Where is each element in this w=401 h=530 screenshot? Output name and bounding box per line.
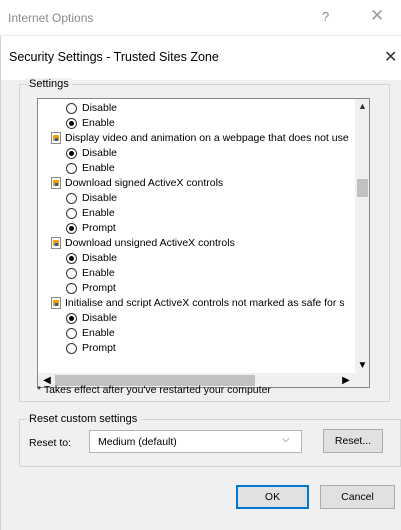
radio-unchecked-icon[interactable] [66,268,77,279]
settings-listbox[interactable]: Disable Enable Display video and animation… [37,98,370,388]
settings-category-label: Download signed ActiveX controls [65,177,224,189]
ok-button[interactable]: OK [236,485,309,509]
setting-category-icon [51,177,61,189]
radio-unchecked-icon[interactable] [66,103,77,114]
setting-category-icon [51,297,61,309]
radio-option-label: Prompt [82,342,116,354]
settings-radio-option[interactable]: Prompt [38,221,355,236]
settings-radio-option[interactable]: Disable [38,191,355,206]
radio-option-label: Enable [82,162,115,174]
settings-radio-option[interactable]: Prompt [38,281,355,296]
radio-option-label: Disable [82,102,118,114]
ok-button-label: OK [264,491,281,503]
background-close-icon[interactable]: ✕ [370,6,384,26]
radio-unchecked-icon[interactable] [66,193,77,204]
settings-list: Disable Enable Display video and animation… [38,99,355,373]
help-icon[interactable]: ? [322,9,329,24]
scrollbar-corner [355,373,369,387]
radio-unchecked-icon[interactable] [66,328,77,339]
vertical-scrollbar[interactable]: ▲ ▼ [355,99,369,373]
radio-checked-icon[interactable] [66,223,77,234]
settings-radio-option[interactable]: Enable [38,326,355,341]
radio-option-label: Enable [82,267,115,279]
radio-option-label: Enable [82,117,115,129]
dialog-titlebar: Security Settings - Trusted Sites Zone ✕ [1,36,401,80]
settings-radio-option[interactable]: Disable [38,251,355,266]
reset-to-label: Reset to: [29,437,72,449]
settings-radio-option[interactable]: Prompt [38,341,355,356]
chevron-down-icon: ⌵ [282,434,290,445]
restart-note: * Takes effect after you've restarted yo… [37,384,271,396]
radio-option-label: Enable [82,207,115,219]
settings-radio-option[interactable]: Disable [38,101,355,116]
cancel-button[interactable]: Cancel [320,485,395,509]
settings-category: Initialise and script ActiveX controls n… [38,296,355,311]
settings-category: Download signed ActiveX controls [38,176,355,191]
background-window-title: Internet Options [8,11,94,25]
vertical-scroll-thumb[interactable] [357,179,368,197]
reset-button-label: Reset... [334,435,372,447]
radio-option-label: Prompt [82,222,116,234]
setting-category-icon [51,132,61,144]
radio-option-label: Disable [82,252,118,264]
radio-option-label: Disable [82,192,118,204]
radio-option-label: Disable [82,312,118,324]
radio-unchecked-icon[interactable] [66,343,77,354]
dialog-close-icon[interactable]: ✕ [384,47,397,67]
settings-radio-option[interactable]: Disable [38,146,355,161]
radio-unchecked-icon[interactable] [66,283,77,294]
dialog-title: Security Settings - Trusted Sites Zone [9,50,219,64]
settings-category-label: Initialise and script ActiveX controls n… [65,297,345,309]
scroll-up-icon[interactable]: ▲ [355,99,369,114]
settings-radio-option[interactable]: Enable [38,266,355,281]
radio-unchecked-icon[interactable] [66,163,77,174]
settings-radio-option[interactable]: Enable [38,116,355,131]
radio-checked-icon[interactable] [66,118,77,129]
settings-radio-option[interactable]: Disable [38,311,355,326]
scroll-down-icon[interactable]: ▼ [355,358,369,373]
setting-category-icon [51,237,61,249]
reset-level-value: Medium (default) [98,436,177,448]
settings-category: Download unsigned ActiveX controls [38,236,355,251]
background-window-titlebar: Internet Options ? ✕ [0,0,401,36]
scroll-right-icon[interactable]: ▶ [339,373,353,387]
radio-option-label: Enable [82,327,115,339]
reset-button[interactable]: Reset... [323,429,383,453]
radio-checked-icon[interactable] [66,253,77,264]
radio-unchecked-icon[interactable] [66,208,77,219]
settings-radio-option[interactable]: Enable [38,161,355,176]
settings-radio-option[interactable]: Enable [38,206,355,221]
radio-option-label: Prompt [82,282,116,294]
reset-level-dropdown[interactable]: Medium (default) ⌵ [89,430,302,453]
radio-checked-icon[interactable] [66,313,77,324]
settings-category-label: Download unsigned ActiveX controls [65,237,235,249]
radio-option-label: Disable [82,147,118,159]
radio-checked-icon[interactable] [66,148,77,159]
settings-category-label: Display video and animation on a webpage… [65,132,349,144]
reset-group-label: Reset custom settings [26,413,141,425]
settings-group-label: Settings [26,78,72,90]
settings-category: Display video and animation on a webpage… [38,131,355,146]
cancel-button-label: Cancel [341,491,374,503]
